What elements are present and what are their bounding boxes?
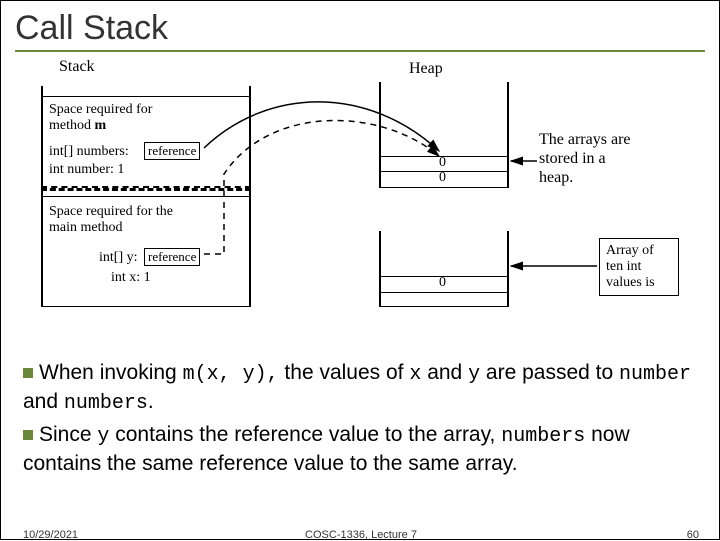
- bullet-1: When invoking m(x, y), the values of x a…: [23, 359, 693, 417]
- footer-page: 60: [687, 529, 699, 541]
- memory-diagram: Stack Space required for method method m…: [9, 56, 711, 346]
- bullet-icon: [23, 368, 33, 378]
- bullet-2: Since y contains the reference value to …: [23, 421, 693, 477]
- title-underline: [15, 50, 705, 52]
- footer-course: COSC-1336, Lecture 7: [1, 529, 720, 541]
- slide-title: Call Stack: [1, 1, 719, 50]
- arrows-svg: [9, 56, 709, 346]
- bullet-icon: [23, 430, 33, 440]
- bullet-text: When invoking m(x, y), the values of x a…: [23, 359, 693, 481]
